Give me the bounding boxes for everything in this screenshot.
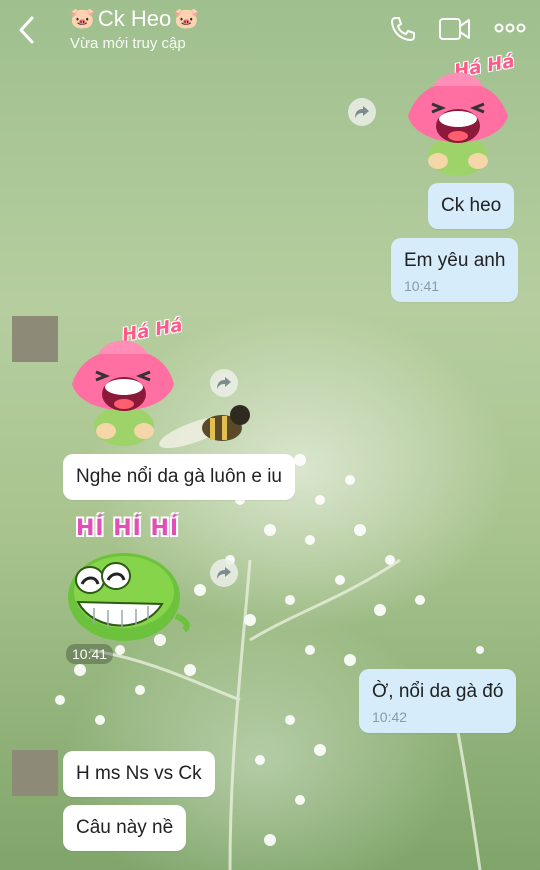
laughing-flower-sticker[interactable]: Há Há — [66, 315, 186, 448]
message-text: Em yêu anh — [404, 250, 506, 271]
message-text: Câu này nề — [76, 817, 174, 838]
my-message-bubble[interactable]: Ờ, nổi da gà đó 10:42 — [359, 669, 517, 733]
my-message-bubble[interactable]: Ck heo — [428, 183, 515, 229]
message-text: Ck heo — [441, 195, 502, 216]
video-icon[interactable] — [438, 14, 472, 49]
laughing-flower-sticker[interactable]: Há Há — [398, 51, 518, 180]
message-time: 10:41 — [404, 278, 440, 294]
message-text: H ms Ns vs Ck — [76, 763, 202, 784]
avatar[interactable] — [12, 750, 58, 796]
their-message-bubble[interactable]: Nghe nổi da gà luôn e iu — [63, 454, 295, 500]
contact-name[interactable]: 🐷 Ck Heo 🐷 — [70, 6, 199, 32]
green-grin-blob-sticker[interactable]: HÍ HÍ HÍ — [64, 512, 194, 652]
back-chevron-icon[interactable] — [14, 14, 42, 46]
message-time: 10:42 — [372, 709, 408, 725]
message-text: Ờ, nổi da gà đó — [372, 681, 504, 702]
their-message-bubble[interactable]: H ms Ns vs Ck — [63, 751, 215, 797]
share-forward-icon[interactable] — [210, 369, 238, 397]
phone-icon[interactable] — [388, 14, 418, 49]
their-message-bubble[interactable]: Câu này nề — [63, 805, 187, 851]
pig-emoji-icon: 🐷 — [174, 8, 200, 30]
chat-header: 🐷 Ck Heo 🐷 Vừa mới truy cập — [0, 0, 540, 58]
share-forward-icon[interactable] — [348, 98, 376, 126]
my-message-bubble[interactable]: Em yêu anh 10:41 — [391, 238, 519, 302]
online-status: Vừa mới truy cập — [70, 35, 186, 52]
more-icon[interactable] — [494, 20, 526, 41]
share-forward-icon[interactable] — [210, 559, 238, 587]
avatar[interactable] — [12, 316, 58, 362]
chat-title: Ck Heo — [97, 6, 172, 31]
pig-emoji-icon: 🐷 — [70, 8, 95, 30]
message-time: 10:41 — [66, 644, 114, 664]
message-text: Nghe nổi da gà luôn e iu — [76, 466, 282, 487]
